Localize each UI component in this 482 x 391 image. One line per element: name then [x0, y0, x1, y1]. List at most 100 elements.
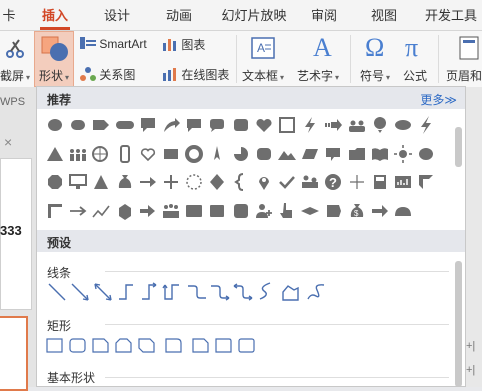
pie-chart-icon[interactable]	[231, 144, 251, 164]
tab-review[interactable]: 审阅	[304, 0, 344, 30]
striped-arrow-icon[interactable]	[323, 115, 343, 135]
map-pin-icon[interactable]	[254, 172, 274, 192]
person-add-icon[interactable]	[254, 201, 274, 221]
square-outline-icon[interactable]	[277, 115, 297, 135]
chart-board-icon[interactable]	[393, 172, 413, 192]
close-icon[interactable]: ×	[4, 134, 12, 150]
textbox-icon[interactable]: A	[250, 35, 276, 61]
hand-pointer-icon[interactable]	[277, 201, 297, 221]
globe-people-icon[interactable]	[91, 144, 111, 164]
hexagon-rect-icon[interactable]	[207, 201, 227, 221]
rounded-square-2-icon[interactable]	[231, 201, 251, 221]
dollar-bag-icon[interactable]: $	[347, 201, 367, 221]
folder-icon[interactable]	[347, 144, 367, 164]
balloon-icon[interactable]	[370, 115, 390, 135]
tab-view[interactable]: 视图	[362, 0, 406, 30]
open-book-icon[interactable]	[370, 144, 390, 164]
parallelogram-icon[interactable]	[300, 144, 320, 164]
question-icon[interactable]: ?	[323, 172, 343, 192]
cylinder-callout-icon[interactable]	[323, 144, 343, 164]
line-chart-icon[interactable]	[91, 201, 111, 221]
curved-arrow-icon[interactable]	[161, 115, 181, 135]
arrow-circle-icon[interactable]	[370, 201, 390, 221]
pi-icon[interactable]: π	[402, 33, 428, 61]
line-shapes-row[interactable]	[45, 281, 335, 305]
cylinder-icon[interactable]	[323, 201, 343, 221]
symbol-button[interactable]: 符号 ▾	[360, 67, 390, 84]
trash-icon[interactable]	[370, 172, 390, 192]
header-footer-button[interactable]: 页眉和	[446, 67, 482, 84]
tab-slideshow[interactable]: 幻灯片放映	[214, 0, 294, 30]
ellipse-2-icon[interactable]	[416, 144, 436, 164]
screenshot-button[interactable]: 截屏 ▾	[0, 67, 30, 84]
rounded-square-icon[interactable]	[231, 115, 251, 135]
rhombus-wide-icon[interactable]	[300, 201, 320, 221]
people-row-icon[interactable]	[68, 144, 88, 164]
scissors-icon[interactable]	[2, 35, 28, 61]
omega-icon[interactable]: Ω	[362, 33, 390, 61]
money-bag-icon[interactable]	[115, 172, 135, 192]
l-shape-icon[interactable]	[416, 172, 436, 192]
rounded-rect-icon[interactable]	[68, 115, 88, 135]
header-footer-icon[interactable]	[458, 35, 480, 61]
screen-icon[interactable]	[184, 201, 204, 221]
recommended-scrollbar[interactable]	[455, 127, 462, 167]
smartart-button[interactable]: SmartArt	[80, 36, 147, 51]
lightning-2-icon[interactable]	[416, 115, 436, 135]
octagon-icon[interactable]	[45, 172, 65, 192]
capsule-icon[interactable]	[115, 115, 135, 135]
people-meeting-icon[interactable]	[300, 172, 320, 192]
crowd-icon[interactable]	[161, 201, 181, 221]
arrow-right-icon[interactable]	[138, 172, 158, 192]
monitor-icon[interactable]	[68, 172, 88, 192]
donut-icon[interactable]	[184, 144, 204, 164]
wordart-button[interactable]: 艺术字 ▾	[297, 67, 339, 84]
long-arrow-icon[interactable]	[68, 201, 88, 221]
rounded-speech-icon[interactable]	[207, 115, 227, 135]
cube-icon[interactable]	[115, 201, 135, 221]
formula-button[interactable]: 公式	[403, 67, 427, 84]
lightning-icon[interactable]	[300, 115, 320, 135]
check-icon[interactable]	[277, 172, 297, 192]
heart-icon[interactable]	[254, 115, 274, 135]
heart-outline-icon[interactable]	[138, 144, 158, 164]
tab-design[interactable]: 设计	[92, 0, 142, 30]
brace-left-icon[interactable]	[231, 172, 251, 192]
tab-insert[interactable]: 插入	[32, 0, 78, 30]
triangle-icon[interactable]	[45, 144, 65, 164]
tab-animation[interactable]: 动画	[154, 0, 204, 30]
wps-tab-label[interactable]: WPS	[0, 96, 25, 108]
triangle-2-icon[interactable]	[91, 172, 111, 192]
preset-scrollbar[interactable]	[455, 261, 462, 386]
selected-slide-thumbnail[interactable]	[0, 316, 28, 391]
wordart-icon[interactable]: A	[309, 33, 335, 61]
oval-icon[interactable]	[393, 115, 413, 135]
compass-star-icon[interactable]	[207, 144, 227, 164]
callout-icon[interactable]	[138, 115, 158, 135]
relation-diagram-button[interactable]: 关系图	[80, 66, 135, 83]
more-shapes-link[interactable]: 更多≫	[420, 91, 457, 108]
plus-icon[interactable]	[161, 172, 181, 192]
mountain-icon[interactable]	[277, 144, 297, 164]
rectangle-shapes-row[interactable]	[45, 337, 260, 355]
circle-dashed-icon[interactable]	[184, 172, 204, 192]
pentagon-arrow-icon[interactable]	[91, 115, 111, 135]
corner-icon[interactable]	[45, 201, 65, 221]
phone-icon[interactable]	[115, 144, 135, 164]
tab-developer[interactable]: 开发工具	[420, 0, 482, 30]
cloud-half-icon[interactable]	[393, 201, 413, 221]
arrow-bold-icon[interactable]	[138, 201, 158, 221]
textbox-button[interactable]: 文本框 ▾	[242, 67, 284, 84]
speech-bubble-icon[interactable]	[184, 115, 204, 135]
rounded-rect-2-icon[interactable]	[254, 144, 274, 164]
diamond-icon[interactable]	[207, 172, 227, 192]
plus-thin-icon[interactable]	[347, 172, 367, 192]
tab-card[interactable]: 卡	[0, 0, 18, 30]
sun-icon[interactable]	[393, 144, 413, 164]
rectangle-icon[interactable]	[161, 144, 181, 164]
online-chart-button[interactable]: 在线图表	[162, 66, 229, 83]
people-group-icon[interactable]	[347, 115, 367, 135]
chart-button[interactable]: 图表	[162, 36, 205, 53]
shape-button[interactable]: 形状 ▾	[34, 31, 74, 87]
ellipse-icon[interactable]	[45, 115, 65, 135]
